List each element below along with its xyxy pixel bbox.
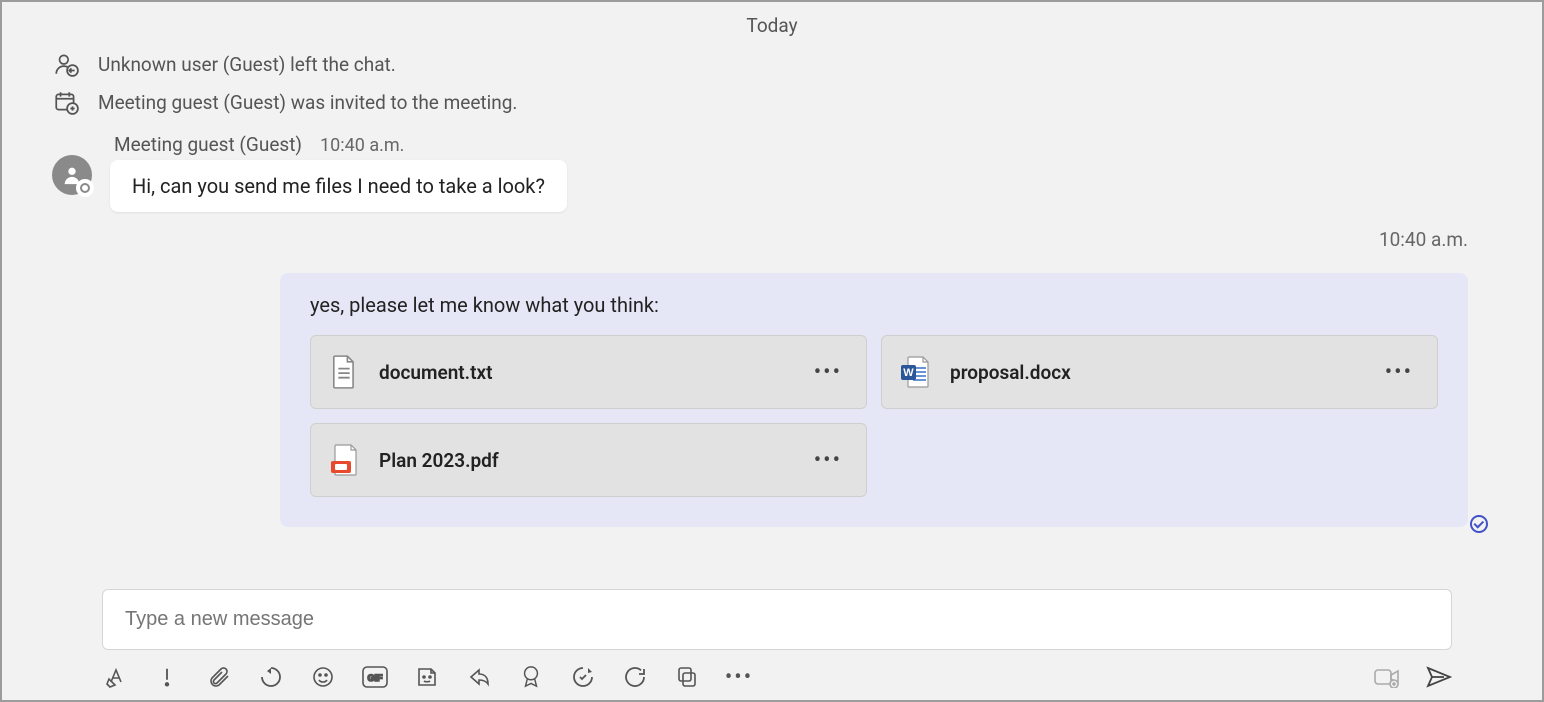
video-clip-button[interactable]	[1374, 664, 1400, 690]
read-receipt-icon	[1470, 515, 1488, 533]
sticker-button[interactable]	[414, 664, 440, 690]
message-input[interactable]	[102, 589, 1452, 650]
attachment-name: proposal.docx	[950, 361, 1359, 384]
attach-button[interactable]	[206, 664, 232, 690]
svg-text:W: W	[903, 367, 914, 379]
avatar[interactable]	[52, 155, 92, 195]
compose-area: GIF	[32, 579, 1512, 700]
outgoing-message: 10:40 a.m. yes, please let me know what …	[32, 224, 1512, 531]
attachment-card[interactable]: Plan 2023.pdf •••	[310, 423, 867, 497]
viva-button[interactable]	[570, 664, 596, 690]
system-event-user-left: Unknown user (Guest) left the chat.	[32, 45, 1512, 83]
message-text: yes, please let me know what you think:	[310, 293, 1438, 317]
attachment-more-button[interactable]: •••	[808, 356, 848, 389]
loop-button[interactable]	[258, 664, 284, 690]
user-left-icon	[52, 51, 80, 77]
updates-button[interactable]	[622, 664, 648, 690]
copy-button[interactable]	[674, 664, 700, 690]
word-file-icon: W	[900, 354, 930, 390]
date-separator: Today	[32, 2, 1512, 45]
system-event-text: Unknown user (Guest) left the chat.	[98, 53, 396, 76]
sender-name: Meeting guest (Guest)	[114, 133, 302, 156]
system-event-text: Meeting guest (Guest) was invited to the…	[98, 91, 517, 114]
attachment-more-button[interactable]: •••	[808, 444, 848, 477]
actions-button[interactable]	[466, 664, 492, 690]
format-button[interactable]	[102, 664, 128, 690]
attachment-grid: document.txt ••• W proposal.docx	[310, 335, 1438, 497]
send-button[interactable]	[1426, 664, 1452, 690]
pdf-file-icon	[329, 442, 359, 478]
attachment-name: document.txt	[379, 361, 788, 384]
priority-button[interactable]	[154, 664, 180, 690]
compose-toolbar: GIF	[102, 650, 1452, 700]
system-event-meeting-invite: Meeting guest (Guest) was invited to the…	[32, 83, 1512, 121]
presence-indicator	[76, 179, 94, 197]
incoming-message: Meeting guest (Guest) 10:40 a.m. Hi, can…	[32, 129, 1512, 216]
attachment-name: Plan 2023.pdf	[379, 449, 788, 472]
meeting-invite-icon	[52, 89, 80, 115]
attachment-card[interactable]: document.txt •••	[310, 335, 867, 409]
message-header: Meeting guest (Guest) 10:40 a.m.	[110, 133, 567, 160]
chat-panel: Today Unknown user (Guest) left the chat…	[2, 2, 1542, 700]
message-text: Hi, can you send me files I need to take…	[132, 174, 545, 198]
message-time: 10:40 a.m.	[320, 135, 404, 156]
gif-button[interactable]: GIF	[362, 664, 388, 690]
message-bubble[interactable]: Hi, can you send me files I need to take…	[110, 160, 567, 212]
text-file-icon	[329, 354, 359, 390]
approval-button[interactable]	[518, 664, 544, 690]
message-bubble[interactable]: yes, please let me know what you think: …	[280, 273, 1468, 527]
emoji-button[interactable]	[310, 664, 336, 690]
more-compose-button[interactable]: •••	[726, 664, 752, 690]
svg-text:GIF: GIF	[368, 673, 384, 683]
message-time: 10:40 a.m.	[1379, 228, 1468, 251]
attachment-card[interactable]: W proposal.docx •••	[881, 335, 1438, 409]
attachment-more-button[interactable]: •••	[1379, 356, 1419, 389]
